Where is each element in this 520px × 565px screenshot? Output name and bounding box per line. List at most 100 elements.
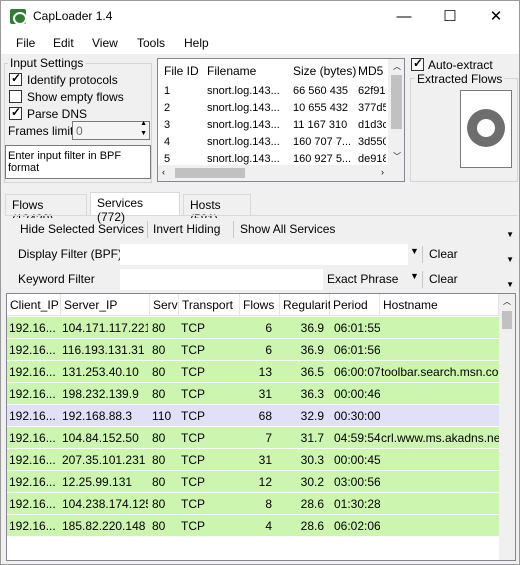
- overflow-icon[interactable]: ▼: [506, 280, 514, 289]
- col-regularity[interactable]: Regularity: [280, 294, 337, 315]
- menu-view[interactable]: View: [92, 36, 118, 50]
- extracted-flows-label: Extracted Flows: [415, 72, 505, 86]
- frames-limit-stepper[interactable]: 0 ▲ ▼: [72, 120, 150, 140]
- table-cell: 68: [258, 409, 272, 423]
- file-cell[interactable]: 377d5: [358, 102, 386, 114]
- table-cell: 192.16...: [9, 365, 56, 379]
- dropdown-arrow-icon[interactable]: ▼: [410, 271, 419, 281]
- menu-edit[interactable]: Edit: [53, 36, 74, 50]
- bpf-input-filter[interactable]: Enter input filter in BPF format: [5, 145, 151, 179]
- table-row[interactable]: 192.16... 104.84.152.50 80 TCP 7 31.7 04:59:54…: [7, 426, 499, 448]
- file-list-scrollbar[interactable]: ︿ ﹀: [388, 59, 404, 181]
- table-cell: 06:02:06: [334, 519, 380, 533]
- keyword-mode-select[interactable]: Exact Phrase: [327, 272, 398, 286]
- show-empty-flows-checkbox[interactable]: [9, 90, 22, 103]
- table-row[interactable]: 192.16... 198.232.139.9 80 TCP 31 36.3 00:00:4…: [7, 382, 499, 404]
- menu-tools[interactable]: Tools: [137, 36, 165, 50]
- table-row[interactable]: 192.16... 12.25.99.131 80 TCP 12 30.2 03:00:56: [7, 470, 499, 492]
- dropdown-arrow-icon[interactable]: ▼: [410, 246, 419, 256]
- col-serv[interactable]: Serv: [150, 294, 179, 315]
- stepper-down-icon[interactable]: ▼: [140, 130, 147, 137]
- maximize-button[interactable]: ☐: [427, 1, 473, 32]
- display-filter-input[interactable]: [120, 244, 408, 265]
- scroll-right-icon[interactable]: ›: [381, 167, 384, 177]
- minimize-button[interactable]: —: [381, 1, 427, 32]
- table-row[interactable]: 192.16... 131.253.40.10 80 TCP 13 36.5 06:00:0…: [7, 360, 499, 382]
- scroll-up-icon[interactable]: ︿: [503, 296, 511, 307]
- table-row[interactable]: 192.16... 192.168.88.3 110 TCP 68 32.9 00:30:0…: [7, 404, 499, 426]
- stepper-up-icon[interactable]: ▲: [140, 120, 147, 127]
- table-row[interactable]: 192.16... 104.171.117.221 80 TCP 6 36.9 06:01:…: [7, 316, 499, 338]
- table-row[interactable]: 192.16... 185.82.220.148 80 TCP 4 28.6 06:02:0…: [7, 514, 499, 536]
- hscroll-thumb[interactable]: [175, 168, 245, 178]
- file-list-hscrollbar[interactable]: ‹ ›: [158, 165, 388, 181]
- col-flows[interactable]: Flows: [240, 294, 280, 315]
- table-cell: 31: [258, 387, 272, 401]
- table-row[interactable]: 192.16... 116.193.131.31 80 TCP 6 36.9 06:01:5…: [7, 338, 499, 360]
- overflow-icon[interactable]: ▼: [506, 255, 514, 264]
- services-grid[interactable]: Client_IP Server_IP Serv Transport Flows…: [6, 293, 516, 561]
- display-filter-label: Display Filter (BPF): [18, 247, 123, 261]
- col-transport[interactable]: Transport: [179, 294, 240, 315]
- col-server-ip[interactable]: Server_IP: [61, 294, 150, 315]
- scroll-thumb[interactable]: [391, 75, 402, 129]
- file-cell[interactable]: 160 927 5...: [293, 153, 355, 165]
- table-row[interactable]: 192.16... 104.238.174.125 80 TCP 8 28.6 01:30:…: [7, 492, 499, 514]
- table-cell: 12.25.99.131: [62, 475, 133, 489]
- show-all-button[interactable]: Show All Services: [240, 222, 335, 236]
- col-hostname[interactable]: Hostname: [380, 294, 499, 315]
- file-cell[interactable]: snort.log.143...: [207, 153, 287, 165]
- file-cell[interactable]: 2: [164, 102, 204, 114]
- invert-hiding-button[interactable]: Invert Hiding: [153, 222, 220, 236]
- scroll-left-icon[interactable]: ‹: [162, 167, 165, 177]
- close-button[interactable]: ✕: [473, 1, 519, 32]
- col-period[interactable]: Period: [330, 294, 380, 315]
- file-cell[interactable]: 160 707 7...: [293, 136, 355, 148]
- keyword-filter-clear-button[interactable]: Clear: [429, 272, 458, 286]
- col-client-ip[interactable]: Client_IP: [7, 294, 61, 315]
- overflow-icon[interactable]: ▼: [506, 230, 514, 239]
- auto-extract-checkbox[interactable]: [411, 56, 424, 71]
- extracted-flows-drop-icon[interactable]: [460, 90, 512, 168]
- scroll-thumb[interactable]: [502, 311, 512, 329]
- file-cell[interactable]: snort.log.143...: [207, 136, 287, 148]
- file-cell[interactable]: snort.log.143...: [207, 119, 287, 131]
- col-md5[interactable]: MD5: [358, 64, 383, 78]
- tab-services[interactable]: Services (772): [90, 192, 180, 224]
- file-cell[interactable]: d1d3c: [358, 119, 386, 131]
- table-row[interactable]: 192.16... 207.35.101.231 80 TCP 31 30.3 00:00:…: [7, 448, 499, 470]
- hide-selected-button[interactable]: Hide Selected Services: [20, 222, 144, 236]
- table-cell: TCP: [181, 475, 205, 489]
- grid-scrollbar[interactable]: ︿: [499, 294, 515, 560]
- menu-help[interactable]: Help: [184, 36, 209, 50]
- scroll-down-icon[interactable]: ﹀: [393, 151, 401, 162]
- table-cell: TCP: [181, 365, 205, 379]
- table-cell: 36.9: [300, 343, 324, 357]
- file-cell[interactable]: 11 167 310: [293, 119, 355, 131]
- scroll-up-icon[interactable]: ︿: [393, 61, 401, 72]
- file-cell[interactable]: 66 560 435: [293, 85, 355, 97]
- file-list[interactable]: File ID Filename Size (bytes) MD5 1 snort…: [157, 58, 405, 182]
- file-cell[interactable]: de918: [358, 153, 386, 165]
- tab-flows[interactable]: Flows (13439): [5, 194, 87, 226]
- col-filename[interactable]: Filename: [207, 64, 256, 78]
- parse-dns-label: Parse DNS: [27, 107, 88, 121]
- keyword-filter-input[interactable]: [120, 269, 323, 290]
- display-filter-clear-button[interactable]: Clear: [429, 247, 458, 261]
- menu-file[interactable]: File: [16, 36, 35, 50]
- file-cell[interactable]: 3d550: [358, 136, 386, 148]
- file-cell[interactable]: 4: [164, 136, 204, 148]
- tab-hosts[interactable]: Hosts (581): [183, 194, 251, 226]
- file-cell[interactable]: snort.log.143...: [207, 102, 287, 114]
- parse-dns-checkbox[interactable]: [9, 105, 22, 120]
- file-cell[interactable]: 10 655 432: [293, 102, 355, 114]
- identify-protocols-checkbox[interactable]: [9, 71, 22, 86]
- file-cell[interactable]: 1: [164, 85, 204, 97]
- file-cell[interactable]: 3: [164, 119, 204, 131]
- file-cell[interactable]: snort.log.143...: [207, 85, 287, 97]
- col-file-id[interactable]: File ID: [164, 64, 199, 78]
- col-size[interactable]: Size (bytes): [293, 64, 356, 78]
- table-cell: 192.16...: [9, 453, 56, 467]
- file-cell[interactable]: 5: [164, 153, 204, 165]
- file-cell[interactable]: 62f91: [358, 85, 386, 97]
